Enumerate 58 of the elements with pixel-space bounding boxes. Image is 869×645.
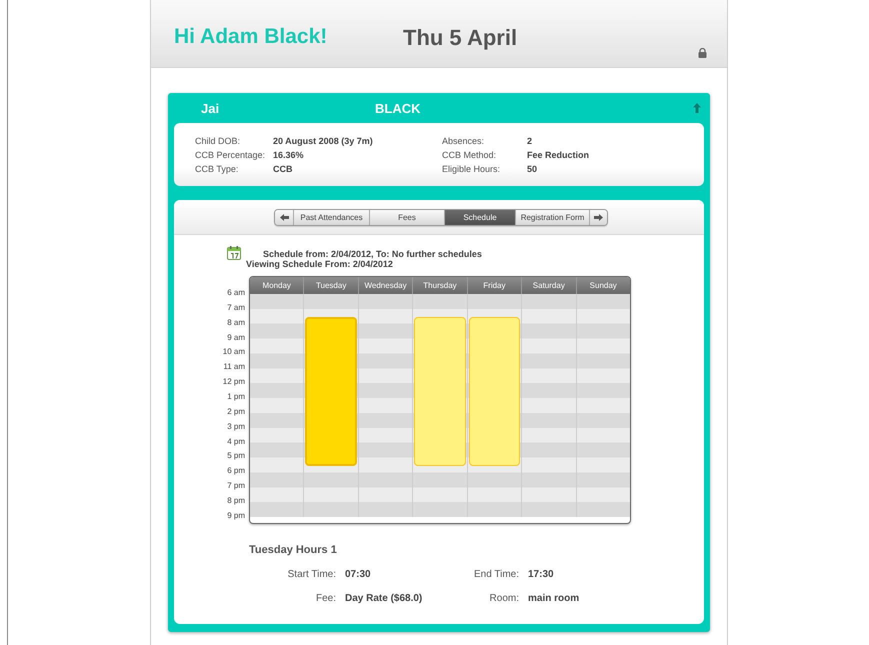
left-arrow-icon [280,214,288,220]
tab[interactable]: Fees [370,210,445,224]
schedule-range-text: Schedule from: 2/04/2012, To: No further schedules [263,249,482,259]
time-label: 12 pm [222,376,245,388]
previous-button[interactable] [275,210,294,224]
info-label: Eligible Hours: [442,164,502,174]
detail-label: Fee: [314,592,336,604]
detail-value: 07:30 [345,568,372,580]
time-label: 10 am [222,346,245,358]
time-label: 4 pm [227,436,245,448]
lock-icon[interactable] [698,48,707,58]
tab[interactable]: Schedule [445,210,516,224]
detail-value: 17:30 [528,568,555,580]
info-value: 20 August 2008 (3y 7m) [273,136,374,146]
time-label: 6 am [227,287,245,299]
time-label: 8 am [227,316,245,329]
tab[interactable]: Past Attendances [294,210,370,224]
info-label: CCB Type: [195,164,240,174]
day-header: Monday [261,280,292,292]
up-arrow-icon[interactable] [693,103,701,113]
child-last-name: BLACK [375,100,420,116]
next-button[interactable] [590,210,607,224]
info-label: Absences: [442,136,486,146]
info-value: 2 [527,136,534,146]
detail-value: main room [528,592,580,604]
schedule-block[interactable] [468,317,520,466]
time-label: 5 pm [227,450,245,462]
time-label: 7 am [227,302,245,314]
time-label: 2 pm [227,406,245,418]
info-label: Child DOB: [195,136,242,146]
time-label: 9 pm [227,510,245,522]
current-date: Thu 5 April [403,25,518,51]
time-label: 7 pm [227,480,245,492]
detail-value: Day Rate ($68.0) [345,592,424,604]
viewing-schedule-text: Viewing Schedule From: 2/04/2012 [246,259,394,269]
time-label: 6 pm [227,465,245,478]
detail-label: End Time: [472,568,519,580]
calendar-icon [227,246,241,260]
info-value: Fee Reduction [527,150,590,160]
time-label: 1 pm [227,391,245,404]
detail-label: Start Time: [286,568,336,580]
tab[interactable]: Registration Form [516,210,590,224]
schedule-block[interactable] [305,317,357,466]
info-label: CCB Percentage: [195,150,266,160]
schedule-block[interactable] [414,317,466,466]
right-arrow-icon [594,214,603,220]
info-value: CCB [273,164,294,174]
time-label: 11 am [223,361,245,374]
info-value: 50 [527,164,538,174]
time-label: 3 pm [227,420,245,433]
time-label: 9 am [227,332,245,344]
info-label: CCB Method: [442,150,498,160]
details-title: Tuesday Hours 1 [249,544,338,556]
detail-label: Room: [488,592,519,604]
time-label: 8 pm [227,495,245,508]
greeting: Hi Adam Black! [174,25,328,49]
info-value: 16.36% [273,150,305,160]
child-first-name: Jai [201,100,220,116]
